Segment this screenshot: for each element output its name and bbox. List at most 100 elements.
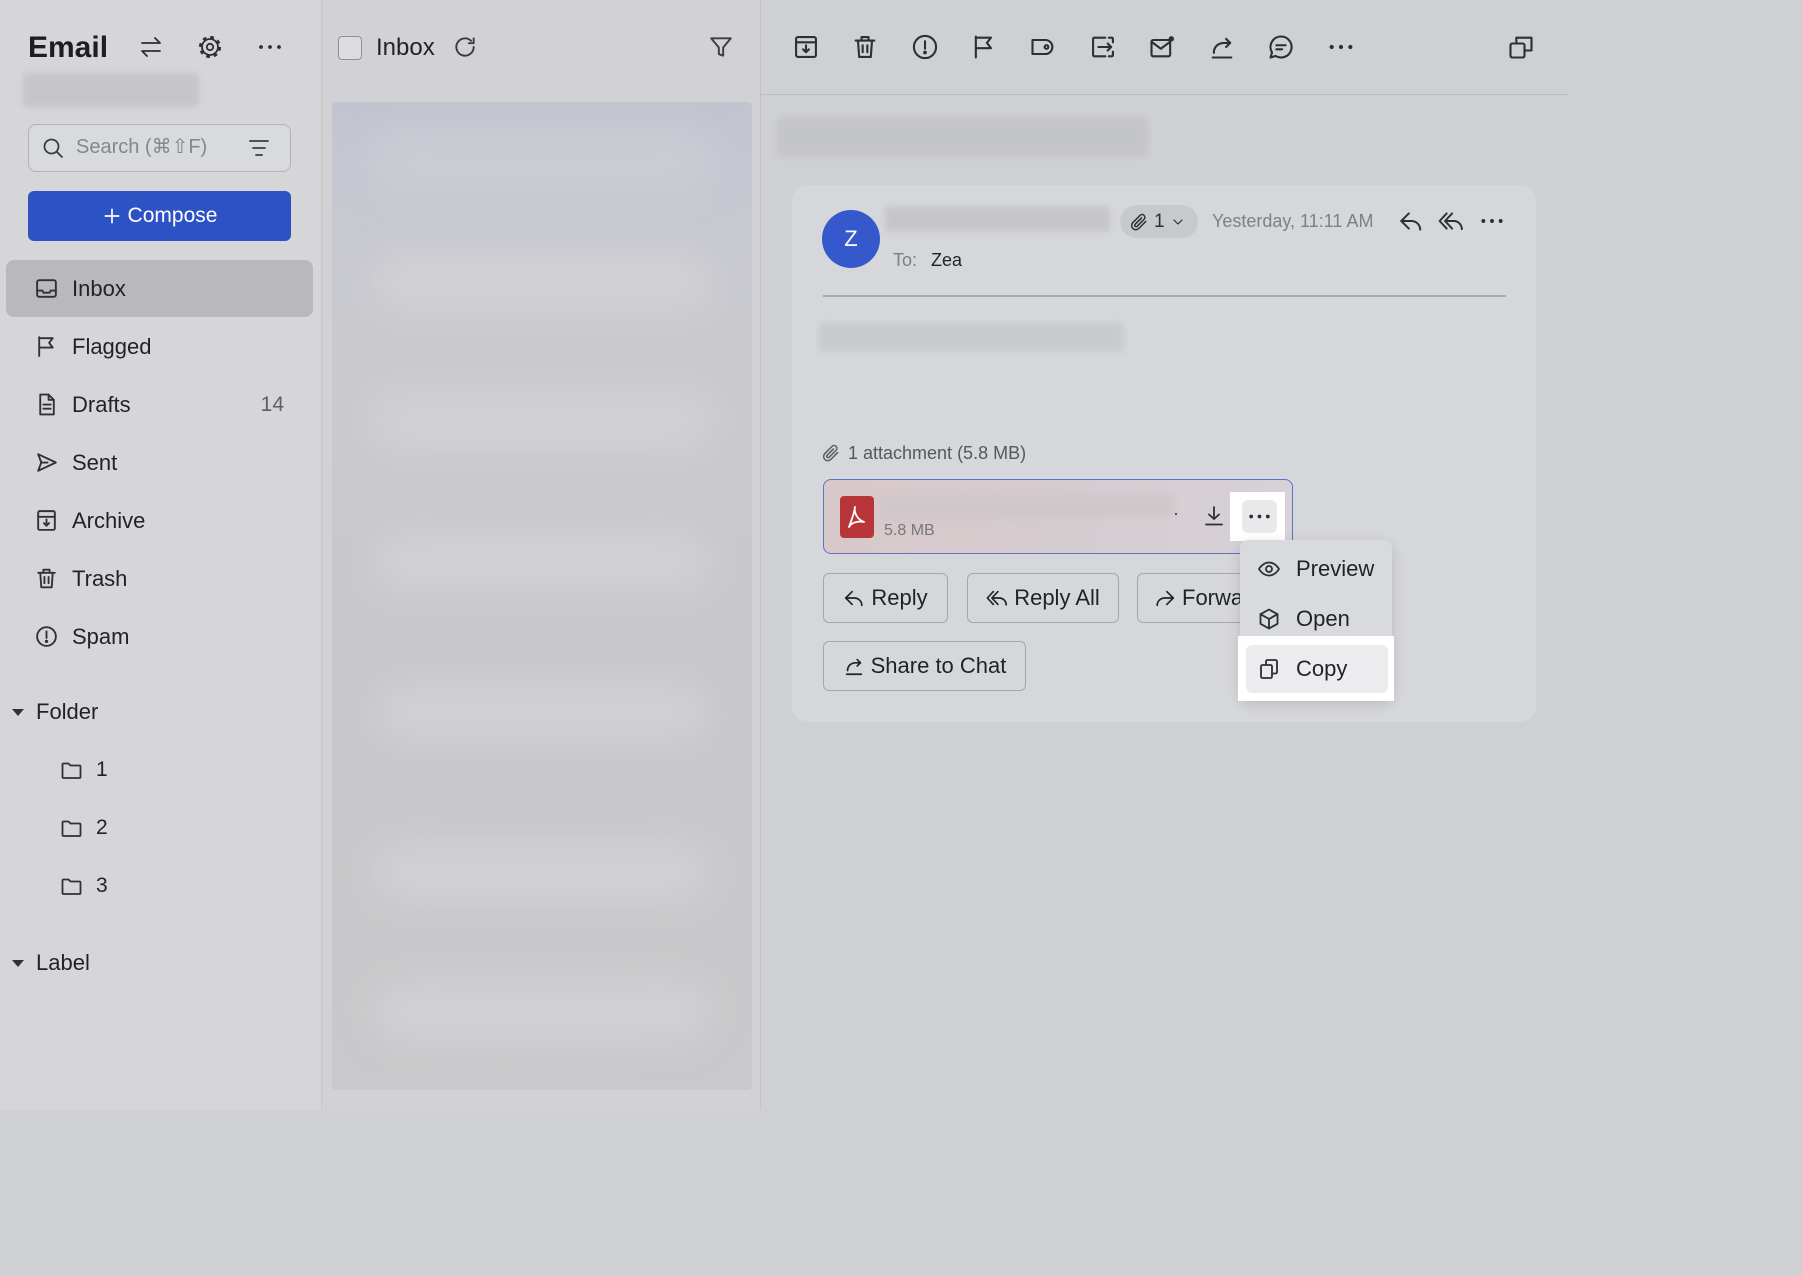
caret-down-icon[interactable] — [11, 708, 25, 717]
sidebar-item-label: Trash — [72, 566, 128, 591]
sidebar-item-trash[interactable]: Trash — [6, 550, 313, 607]
label-icon — [1031, 38, 1054, 56]
header-divider — [823, 295, 1506, 297]
reply-all-label: Reply All — [1014, 585, 1100, 610]
label-button[interactable] — [1029, 33, 1057, 61]
attachment-more-button[interactable] — [1242, 500, 1277, 533]
share-icon — [1211, 37, 1233, 59]
paperclip-icon — [822, 444, 839, 462]
move-icon — [1092, 36, 1114, 58]
reply-all-icon — [986, 590, 1008, 606]
flag-button[interactable] — [970, 33, 998, 61]
folder-icon — [61, 878, 82, 895]
send-icon — [37, 453, 57, 472]
reply-all-button[interactable]: Reply All — [967, 573, 1119, 623]
attachment-count-chip[interactable]: 1 — [1120, 205, 1198, 238]
list-title: Inbox — [376, 34, 435, 61]
refresh-icon[interactable] — [452, 34, 478, 60]
copy-icon — [1260, 659, 1278, 679]
folder-section-title[interactable]: Folder — [36, 698, 98, 726]
move-button[interactable] — [1089, 33, 1117, 61]
forward-label: Forwa — [1182, 585, 1244, 610]
folder-item[interactable]: 3 — [6, 858, 313, 914]
spam-button[interactable] — [911, 33, 939, 61]
caret-down-icon[interactable] — [11, 959, 25, 968]
compose-label: Compose — [127, 204, 218, 227]
reply-icon — [845, 590, 863, 607]
swap-icon[interactable] — [138, 35, 164, 59]
recipient-name[interactable]: Zea — [931, 248, 962, 272]
message-list-placeholder — [332, 102, 752, 1090]
menu-item-label: Preview — [1296, 556, 1375, 581]
sidebar-item-spam[interactable]: Spam — [6, 608, 313, 665]
search-icon — [43, 138, 63, 158]
paperclip-icon — [1130, 213, 1147, 231]
plus-icon — [104, 208, 120, 224]
folder-item[interactable]: 1 — [6, 742, 313, 798]
sidebar-item-sent[interactable]: Sent — [6, 434, 313, 491]
open-in-window-icon — [1509, 36, 1533, 59]
sidebar-item-label: Flagged — [72, 334, 152, 359]
share-to-chat-button[interactable]: Share to Chat — [823, 641, 1026, 691]
sidebar-item-label: Drafts — [72, 392, 131, 417]
sender-name-placeholder — [885, 206, 1110, 232]
select-all-checkbox[interactable] — [338, 36, 362, 60]
attachment-filename-placeholder — [883, 494, 1173, 518]
sidebar-item-archive[interactable]: Archive — [6, 492, 313, 549]
sidebar-item-label: Sent — [72, 450, 118, 475]
filter-lines-icon[interactable] — [246, 136, 272, 160]
reply-button[interactable]: Reply — [823, 573, 948, 623]
toolbar-divider — [760, 94, 1568, 95]
menu-item-label: Copy — [1296, 656, 1348, 681]
search-box[interactable] — [28, 124, 291, 172]
folder-icon — [61, 762, 82, 779]
filter-icon[interactable] — [708, 34, 734, 60]
sidebar-item-inbox[interactable]: Inbox — [6, 260, 313, 317]
more-icon[interactable] — [1479, 208, 1505, 234]
menu-item-preview[interactable]: Preview — [1240, 546, 1392, 592]
share-button[interactable] — [1208, 33, 1236, 61]
sidebar-item-label: Archive — [72, 508, 146, 533]
menu-item-copy[interactable]: Copy — [1246, 645, 1388, 693]
share-to-chat-label: Share to Chat — [870, 653, 1007, 678]
spam-icon — [36, 626, 57, 647]
search-input[interactable] — [76, 125, 236, 170]
eye-icon — [1258, 561, 1280, 577]
flag-icon — [38, 336, 54, 357]
sidebar-item-drafts[interactable]: Drafts 14 — [6, 376, 313, 433]
account-name-placeholder — [23, 73, 199, 107]
sidebar-item-flagged[interactable]: Flagged — [6, 318, 313, 375]
message-body-placeholder — [819, 323, 1124, 352]
reply-label: Reply — [871, 585, 928, 610]
folder-item[interactable]: 2 — [6, 800, 313, 856]
mark-unread-button[interactable] — [1148, 33, 1176, 61]
download-icon[interactable] — [1202, 503, 1226, 529]
reply-icon[interactable] — [1398, 208, 1424, 234]
draft-icon — [39, 393, 55, 416]
sidebar-item-label: Spam — [72, 624, 130, 649]
forward-icon — [1156, 590, 1175, 607]
delete-icon — [854, 36, 876, 58]
delete-button[interactable] — [851, 33, 879, 61]
message-timestamp: Yesterday, 11:11 AM — [1212, 211, 1374, 231]
more-button[interactable] — [1327, 33, 1355, 61]
flag-icon — [974, 35, 993, 59]
sidebar-item-label: Inbox — [72, 276, 126, 301]
app-title: Email — [28, 31, 109, 64]
folder-label: 2 — [96, 816, 108, 839]
comment-button[interactable] — [1267, 33, 1295, 61]
archive-button[interactable] — [792, 33, 820, 61]
compose-button[interactable]: Compose — [28, 191, 291, 241]
open-in-window-button[interactable] — [1507, 33, 1535, 61]
trash-icon — [37, 568, 56, 589]
folder-label: 3 — [96, 874, 108, 897]
more-icon[interactable] — [257, 37, 283, 57]
label-section-title[interactable]: Label — [36, 949, 90, 977]
gear-icon[interactable] — [197, 34, 223, 60]
archive-icon — [37, 510, 56, 531]
reply-all-icon[interactable] — [1437, 208, 1465, 234]
avatar[interactable]: Z — [822, 210, 880, 268]
attachment-size: 5.8 MB — [884, 522, 935, 539]
chevron-down-icon — [1173, 219, 1183, 225]
more-icon — [1329, 44, 1353, 50]
